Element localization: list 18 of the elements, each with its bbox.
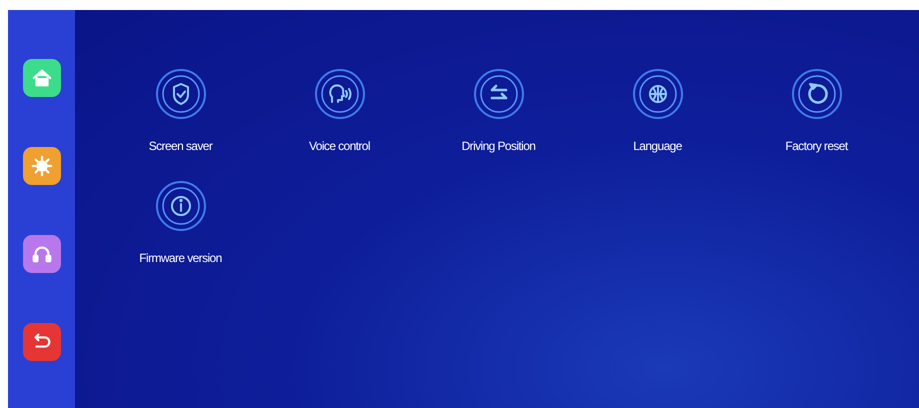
sun-icon (30, 155, 52, 177)
swap-setting-icon[interactable] (472, 67, 526, 121)
setting-label: Driving Position (462, 139, 536, 153)
display-button[interactable] (22, 147, 60, 185)
setting-label: Firmware version (139, 251, 222, 265)
setting-label: Language (633, 139, 682, 153)
home-button[interactable] (22, 59, 60, 97)
info-setting-icon[interactable] (154, 179, 208, 233)
setting-label: Factory reset (785, 139, 848, 153)
shield-setting-icon[interactable] (154, 67, 208, 121)
reset-setting-icon[interactable] (790, 67, 844, 121)
setting-label: Voice control (309, 139, 370, 153)
back-button[interactable] (22, 323, 60, 361)
voice-setting-icon[interactable] (312, 67, 366, 121)
setting-label: Screen saver (148, 139, 212, 153)
house-icon (30, 67, 52, 89)
globe-setting-icon[interactable] (630, 67, 684, 121)
audio-button[interactable] (22, 235, 60, 273)
